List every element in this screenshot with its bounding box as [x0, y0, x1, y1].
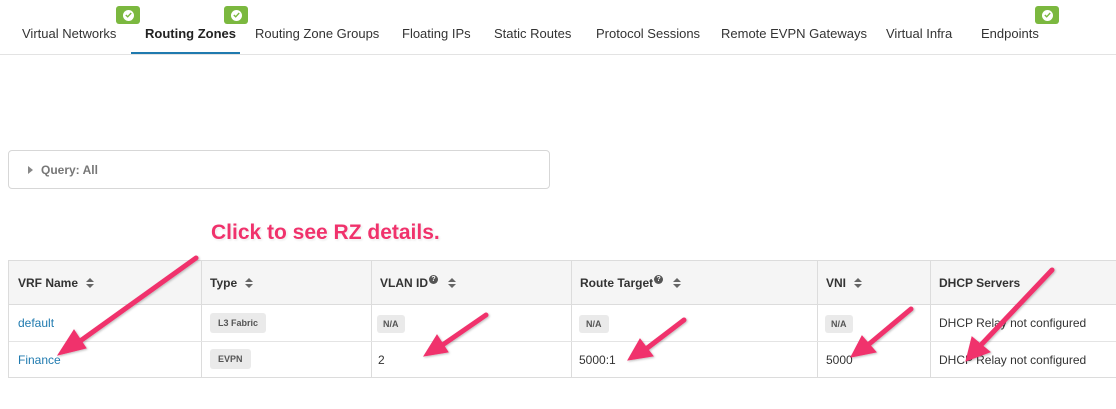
column-divider — [371, 261, 372, 378]
vrf-name-link[interactable]: Finance — [18, 353, 61, 367]
vni-cell: 5000 — [826, 353, 853, 367]
column-divider — [201, 261, 202, 378]
column-header-type[interactable]: Type — [210, 276, 254, 290]
tab-virtual-networks[interactable]: Virtual Networks — [22, 26, 116, 41]
tab-protocol-sessions[interactable]: Protocol Sessions — [596, 26, 700, 41]
column-header-dhcp-servers: DHCP Servers — [939, 276, 1020, 290]
annotation-callout: Click to see RZ details. — [211, 221, 440, 244]
row-divider — [9, 341, 1116, 342]
vlan-id-cell: 2 — [378, 353, 385, 367]
column-header-route-target[interactable]: Route Target ? — [580, 274, 682, 290]
caret-right-icon[interactable] — [28, 166, 33, 174]
tab-endpoints[interactable]: Endpoints — [981, 26, 1039, 41]
active-tab-indicator — [131, 52, 240, 54]
column-header-label: Route Target — [580, 276, 654, 290]
help-icon[interactable]: ? — [654, 274, 664, 284]
query-label: Query: All — [41, 163, 98, 177]
dhcp-servers-cell: DHCP Relay not configured — [939, 316, 1087, 330]
vrf-name-link[interactable]: default — [18, 316, 54, 330]
route-target-na-tag: N/A — [579, 315, 609, 333]
column-header-vni[interactable]: VNI — [826, 276, 863, 290]
type-tag: L3 Fabric — [210, 313, 267, 333]
tab-bar: Virtual Networks Routing Zones Routing Z… — [0, 0, 1116, 55]
query-panel[interactable]: Query: All — [8, 150, 550, 189]
vni-na-tag: N/A — [825, 315, 853, 333]
check-badge-icon — [116, 6, 140, 24]
sort-icon[interactable] — [854, 277, 863, 289]
tab-routing-zone-groups[interactable]: Routing Zone Groups — [255, 26, 379, 41]
tab-static-routes[interactable]: Static Routes — [494, 26, 571, 41]
sort-icon[interactable] — [673, 277, 682, 289]
help-icon[interactable]: ? — [429, 274, 438, 284]
tab-floating-ips[interactable]: Floating IPs — [402, 26, 471, 41]
tab-remote-evpn-gateways[interactable]: Remote EVPN Gateways — [721, 26, 867, 41]
check-badge-icon — [1035, 6, 1059, 24]
column-divider — [930, 261, 931, 378]
dhcp-servers-cell: DHCP Relay not configured — [939, 353, 1087, 367]
sort-icon[interactable] — [448, 277, 456, 289]
tab-virtual-infra[interactable]: Virtual Infra — [886, 26, 952, 41]
sort-icon[interactable] — [86, 277, 95, 289]
tab-routing-zones[interactable]: Routing Zones — [145, 26, 236, 41]
column-header-vlan-id[interactable]: VLAN ID ? — [380, 274, 456, 290]
check-badge-icon — [224, 6, 248, 24]
column-header-vrf-name[interactable]: VRF Name — [18, 276, 95, 290]
route-target-cell: 5000:1 — [579, 353, 616, 367]
column-header-label: VLAN ID — [380, 276, 428, 290]
column-divider — [571, 261, 572, 378]
sort-icon[interactable] — [245, 277, 254, 289]
column-header-label: DHCP Servers — [939, 276, 1021, 290]
vlan-id-na-tag: N/A — [377, 315, 405, 333]
column-header-label: VNI — [826, 276, 847, 290]
routing-zones-table: VRF Name Type VLAN ID ? Route Target ? V… — [8, 260, 1116, 378]
column-header-label: VRF Name — [18, 276, 79, 290]
type-tag: EVPN — [210, 349, 251, 369]
column-header-label: Type — [210, 276, 238, 290]
column-divider — [817, 261, 818, 378]
